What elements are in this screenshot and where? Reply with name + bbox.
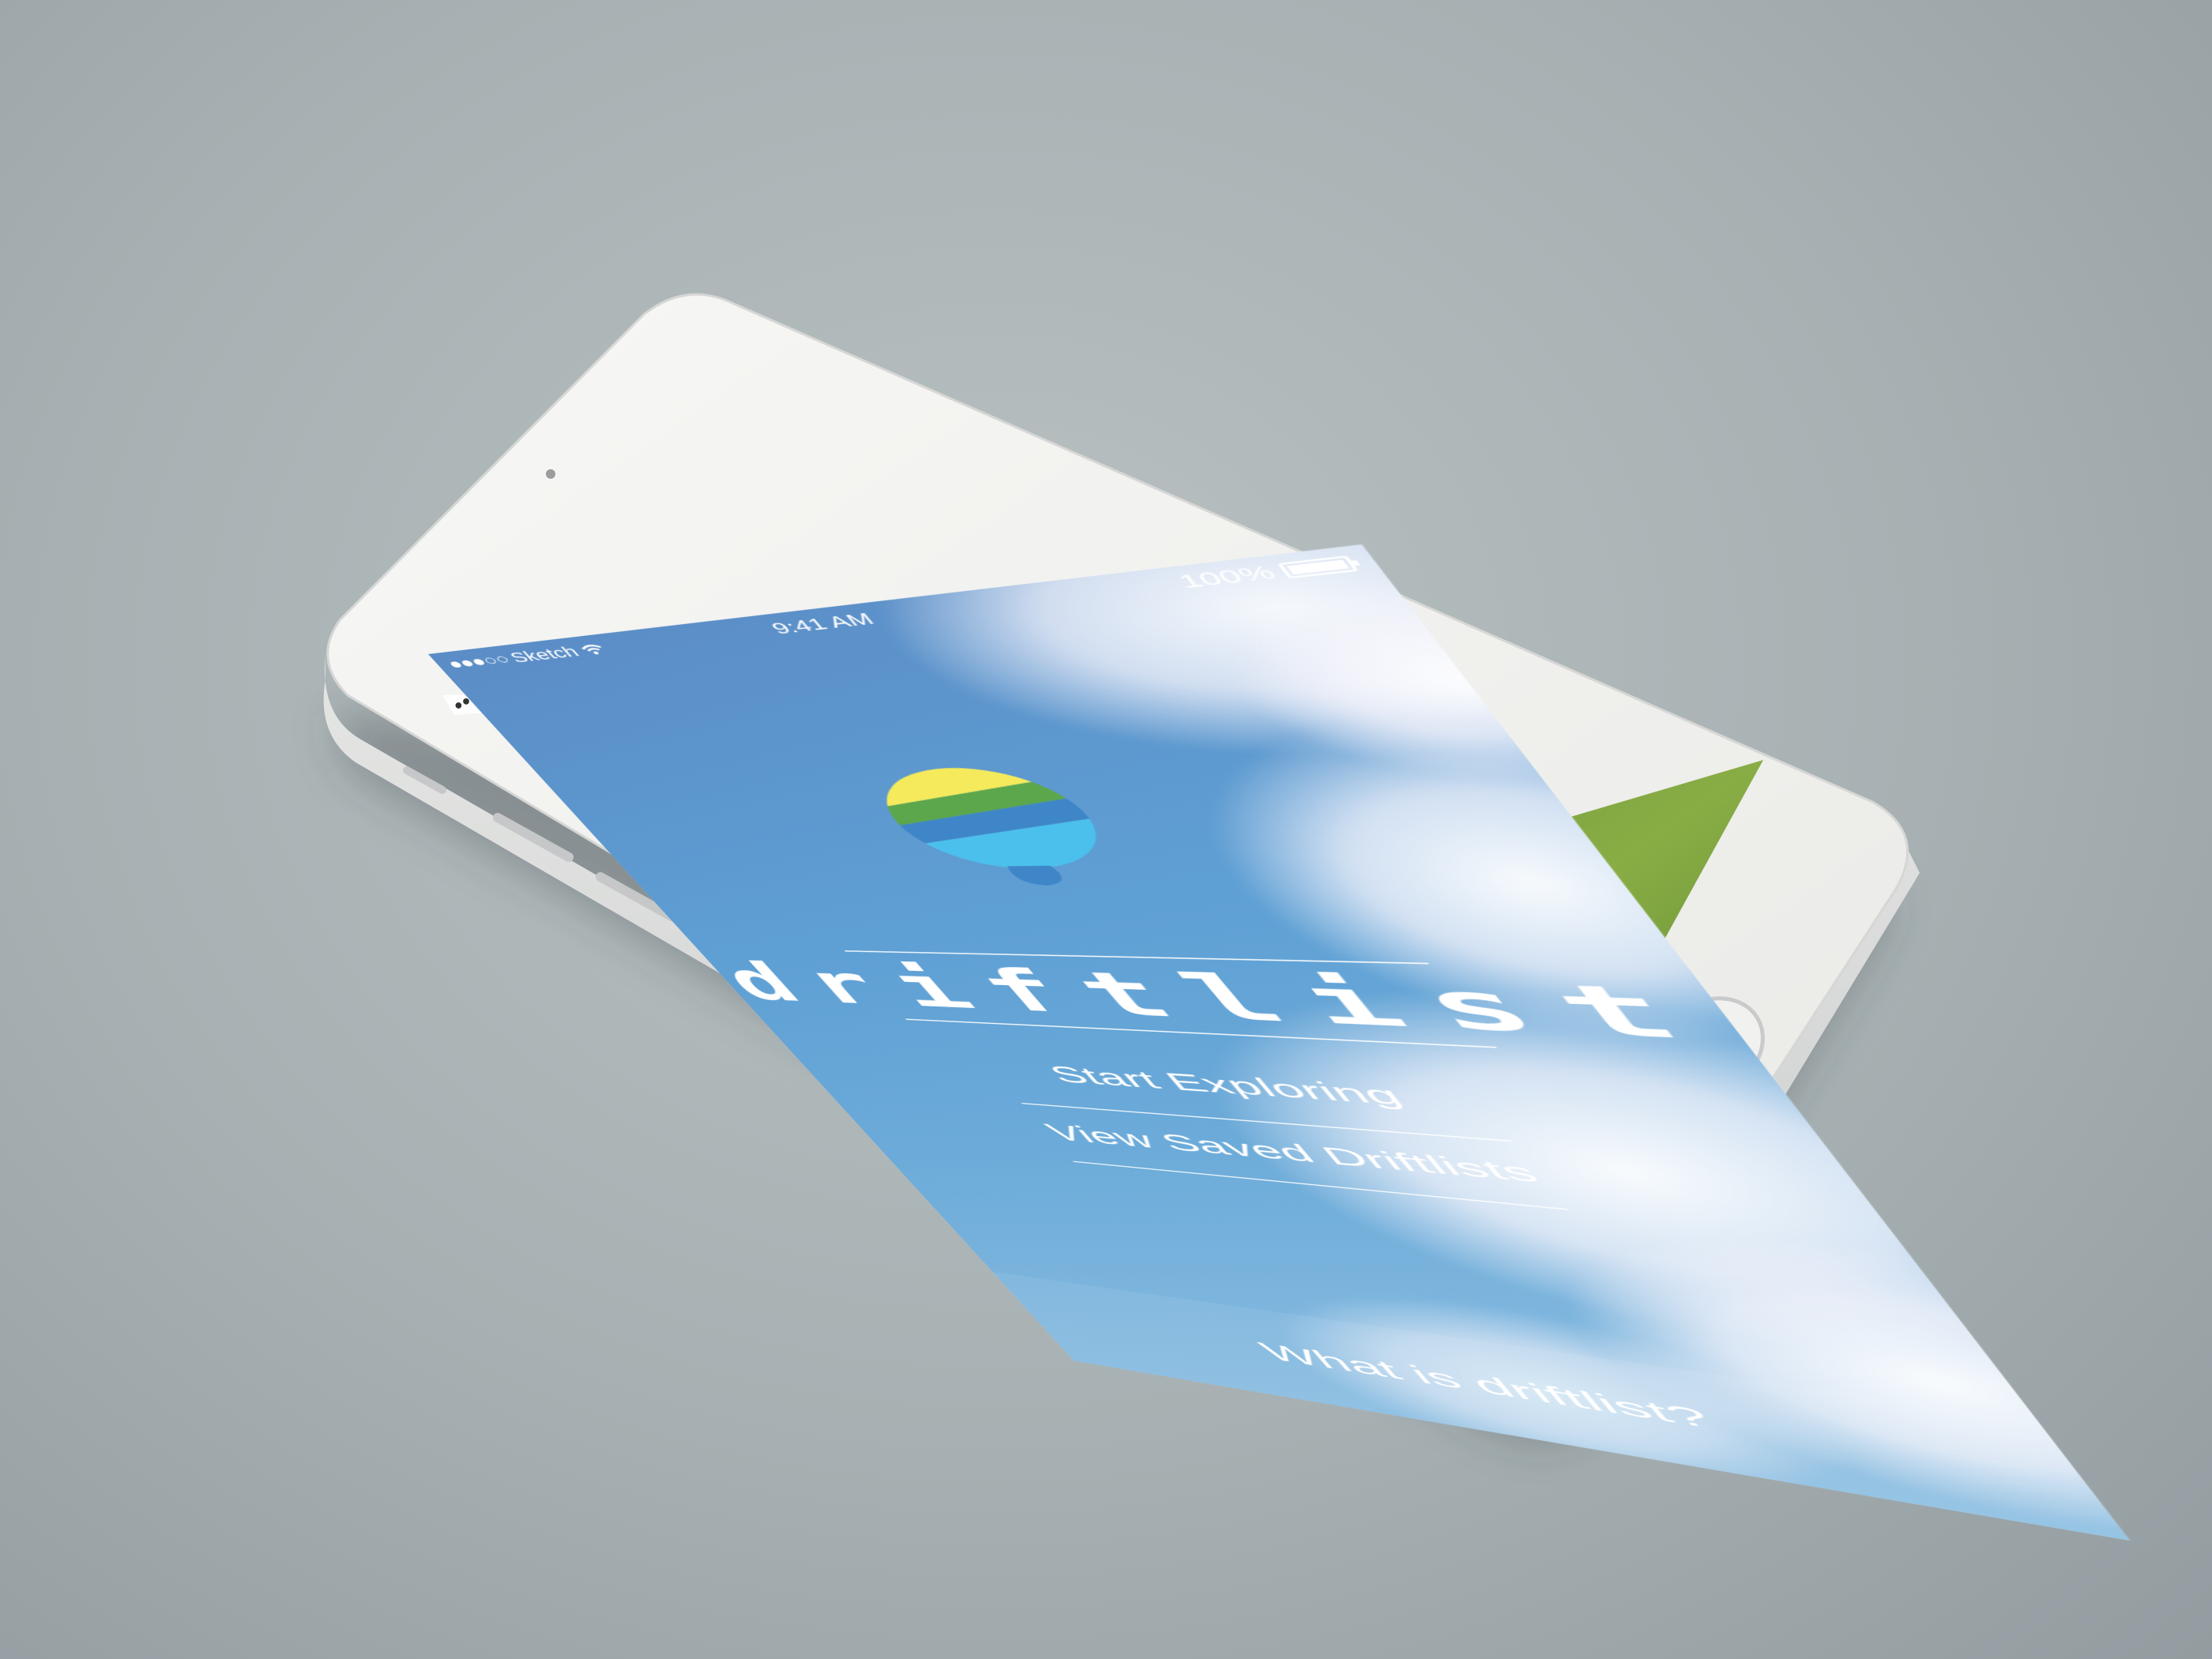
battery-icon [1277, 555, 1360, 579]
device-mockup-scene: ●●●○ Sketch [0, 0, 2212, 1659]
battery-percent: 100% [1172, 561, 1281, 592]
front-camera [546, 469, 555, 479]
balloon-logo-icon [842, 761, 1070, 886]
